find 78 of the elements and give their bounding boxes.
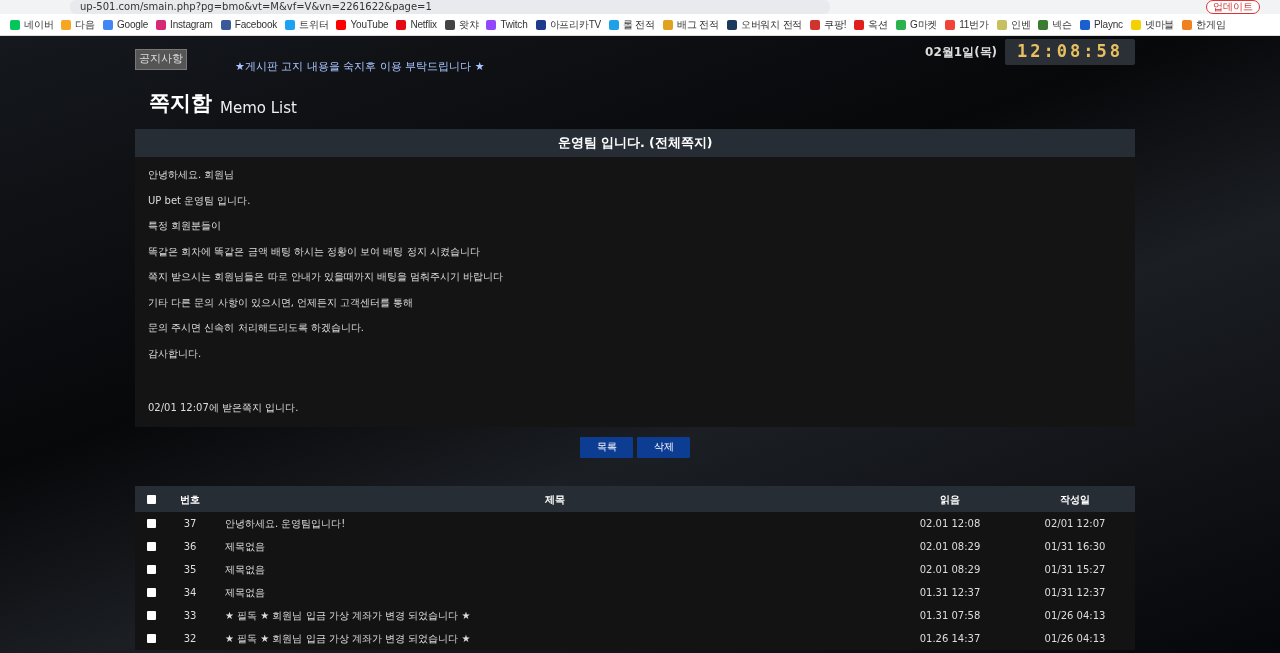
- checkbox[interactable]: [146, 519, 156, 528]
- bookmark-link[interactable]: G마켓: [896, 17, 938, 32]
- table-cell: 34: [183, 587, 197, 598]
- received-note: 02/01 12:07에 받은쪽지 입니다.: [148, 402, 299, 413]
- bookmark-link[interactable]: Instagram: [156, 17, 213, 32]
- notice-ticker-text: ★게시판 고지 내용을 숙지후 이용 부탁드립니다 ★: [235, 59, 485, 75]
- bookmark-link[interactable]: 롤 전적: [609, 17, 656, 32]
- memo-subject-link[interactable]: ★ 필독 ★ 회원님 입금 가상 계좌가 변경 되었습니다 ★: [225, 610, 471, 621]
- table-cell: 32: [183, 633, 197, 644]
- bookmark-link[interactable]: 11번가: [945, 17, 989, 32]
- memo-text-line: 감사합니다.: [148, 347, 202, 359]
- table-cell: 01.31 07:58: [919, 610, 981, 621]
- memo-text-line: UP bet 운영팀 입니다.: [148, 194, 251, 206]
- checkbox[interactable]: [146, 494, 156, 504]
- table-cell: 02/01 12:07: [1044, 518, 1106, 529]
- memo-subject-link[interactable]: ★ 필독 ★ 회원님 입금 가상 계좌가 변경 되었습니다 ★: [225, 633, 471, 644]
- table-cell: 02.01 08:29: [919, 564, 981, 575]
- bookmark-link[interactable]: 배그 전적: [663, 17, 719, 32]
- table-cell: 36: [183, 541, 197, 552]
- checkbox[interactable]: [146, 542, 156, 551]
- bookmark-link[interactable]: 오버워치 전적: [726, 17, 803, 32]
- bookmark-link[interactable]: Facebook: [220, 17, 278, 32]
- table-cell: 01/31 16:30: [1044, 541, 1106, 552]
- table-cell: 01.31 12:37: [919, 587, 981, 598]
- memo-title: 운영팀 입니다. (전체쪽지): [135, 129, 1135, 157]
- date-text: 02월1일(목): [925, 43, 998, 61]
- bookmark-link[interactable]: Plaync: [1080, 17, 1123, 32]
- page-subtitle: Memo List: [220, 97, 297, 119]
- checkbox[interactable]: [146, 565, 156, 574]
- column-header: 작성일: [1060, 493, 1090, 505]
- bookmark-link[interactable]: 다음: [61, 17, 95, 32]
- table-cell: 02.01 08:29: [919, 541, 981, 552]
- memo-subject-link[interactable]: 제목없음: [225, 587, 265, 598]
- memo-text-line: 쪽지 받으시는 회원님들은 따로 안내가 있을때까지 배팅을 멈춰주시기 바랍니다: [148, 271, 504, 282]
- memo-subject-link[interactable]: 제목없음: [225, 541, 265, 552]
- bookmark-link[interactable]: 왓챠: [444, 17, 479, 32]
- table-cell: 01/26 04:13: [1044, 610, 1106, 621]
- column-header: 제목: [545, 493, 565, 505]
- bookmark-link[interactable]: 네이버: [10, 17, 54, 32]
- digital-clock: 12:08:58: [1005, 39, 1135, 65]
- action-button[interactable]: 목록: [580, 437, 633, 458]
- table-cell: 35: [183, 564, 197, 575]
- action-button[interactable]: 삭제: [637, 437, 690, 458]
- bookmark-link[interactable]: 쿠팡!: [810, 17, 847, 32]
- address-bar[interactable]: up-501.com/smain.php?pg=bmo&vt=M&vf=V&vn=2261622&page=1: [70, 0, 830, 14]
- bookmark-link[interactable]: Twitch: [486, 17, 528, 32]
- page-title: 쪽지함: [149, 89, 212, 117]
- checkbox[interactable]: [146, 611, 156, 620]
- bookmark-link[interactable]: Netflix: [396, 17, 437, 32]
- bookmark-link[interactable]: Google: [103, 17, 149, 32]
- update-button[interactable]: 업데이트: [1206, 0, 1260, 14]
- bookmark-link[interactable]: YouTube: [336, 17, 389, 32]
- bookmark-link[interactable]: 옥션: [854, 17, 889, 32]
- bookmark-link[interactable]: 넷마블: [1130, 17, 1175, 32]
- column-header: 번호: [180, 493, 200, 505]
- notice-label: 공지사항: [135, 49, 187, 70]
- table-cell: 01/31 12:37: [1044, 587, 1106, 598]
- column-header: 읽음: [940, 493, 960, 505]
- memo-text-line: 문의 주시면 신속히 처리해드리도록 하겠습니다.: [148, 322, 364, 333]
- memo-text-line: 똑같은 회차에 똑같은 금액 배팅 하시는 정황이 보여 배팅 정지 시켰습니다: [148, 245, 480, 257]
- bookmark-link[interactable]: 트위터: [285, 17, 329, 32]
- bookmark-link[interactable]: 인벤: [996, 17, 1031, 32]
- bookmark-link[interactable]: 한게임: [1182, 17, 1226, 32]
- table-cell: 37: [183, 518, 197, 529]
- checkbox[interactable]: [146, 634, 156, 643]
- checkbox[interactable]: [146, 588, 156, 597]
- memo-text-line: 특정 회원분들이: [148, 220, 222, 231]
- memo-text-line: 기타 다른 문의 사항이 있으시면, 언제든지 고객센터를 통해: [148, 296, 414, 308]
- memo-subject-link[interactable]: 안녕하세요. 운영팀입니다!: [225, 518, 346, 529]
- memo-text-line: 안녕하세요. 회원님: [148, 169, 235, 180]
- bookmark-link[interactable]: 넥슨: [1038, 17, 1073, 32]
- table-cell: 01/31 15:27: [1044, 564, 1106, 575]
- table-cell: 02.01 12:08: [919, 518, 981, 529]
- table-cell: 01.26 14:37: [919, 633, 981, 644]
- memo-subject-link[interactable]: 제목없음: [225, 564, 265, 575]
- table-cell: 01/26 04:13: [1044, 633, 1106, 644]
- bookmark-link[interactable]: 아프리카TV: [535, 17, 602, 32]
- table-cell: 33: [183, 610, 197, 621]
